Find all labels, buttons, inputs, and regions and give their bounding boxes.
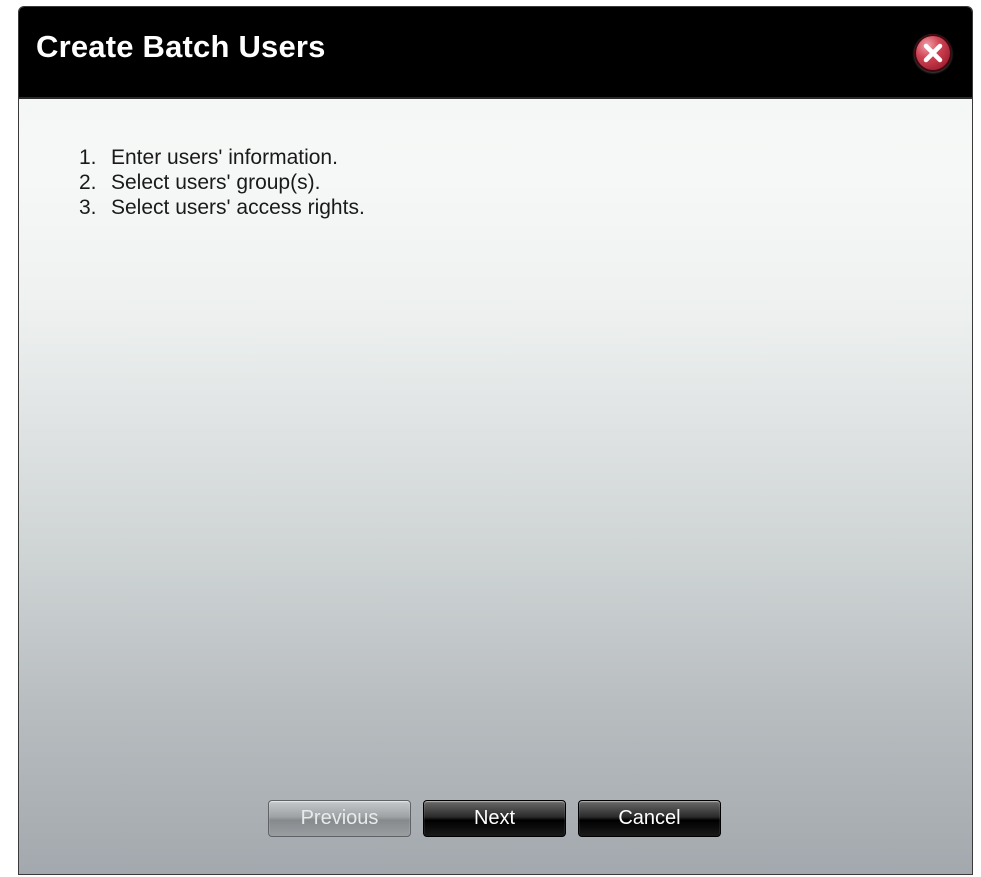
dialog-title: Create Batch Users xyxy=(36,29,326,64)
step-number: 3. xyxy=(79,196,97,219)
step-number: 2. xyxy=(79,171,97,194)
steps-list: 1. Enter users' information. 2. Select use… xyxy=(75,145,365,220)
dialog-title-bar: Create Batch Users xyxy=(19,7,972,99)
step-number: 1. xyxy=(79,146,97,169)
step-text: Select users' access rights. xyxy=(111,196,365,219)
previous-button[interactable]: Previous xyxy=(268,800,411,837)
close-icon xyxy=(923,43,943,63)
step-item: 1. Enter users' information. xyxy=(75,145,365,170)
step-item: 3. Select users' access rights. xyxy=(75,195,365,220)
next-button[interactable]: Next xyxy=(423,800,566,837)
step-item: 2. Select users' group(s). xyxy=(75,170,365,195)
step-text: Select users' group(s). xyxy=(111,171,321,194)
create-batch-users-dialog: Create Batch Users 1. Enter users' inform… xyxy=(18,6,973,875)
close-button[interactable] xyxy=(914,34,952,72)
cancel-button[interactable]: Cancel xyxy=(578,800,721,837)
step-text: Enter users' information. xyxy=(111,146,338,169)
